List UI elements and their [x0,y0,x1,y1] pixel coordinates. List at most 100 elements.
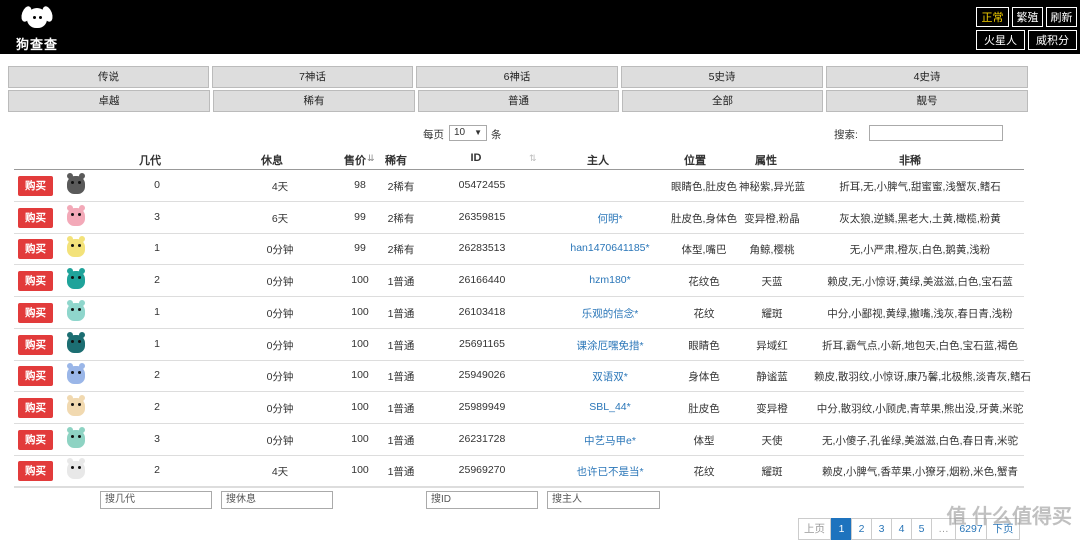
cell-owner[interactable]: 中艺马甲e* [548,433,672,448]
buy-button[interactable]: 购买 [18,239,53,260]
cell-position: 花纹 [693,466,715,479]
category-pretty-number[interactable]: 靓号 [826,90,1028,112]
search-id-input[interactable]: 搜ID [426,491,538,509]
pet-avatar-icon[interactable] [67,204,85,226]
header-rest[interactable]: 休息 [250,152,294,168]
search-input[interactable] [869,125,1003,141]
category-5-epic[interactable]: 5史诗 [621,66,823,88]
search-owner-input[interactable]: 搜主人 [547,491,660,509]
category-rare[interactable]: 稀有 [213,90,415,112]
cell-gen: 3 [154,432,160,445]
header-rarity[interactable]: 稀有 [378,152,414,168]
category-7-myth[interactable]: 7神话 [212,66,413,88]
buy-button[interactable]: 购买 [18,429,53,450]
buy-button[interactable]: 购买 [18,207,53,228]
cell-attribute: 变异橙,粉晶 [744,212,800,225]
table-row: 购买 1 0分钟 100 1普通 25691165 课涂厄嘿免措* 眼睛色 异域红 折耳,霸气点,… [0,329,1080,361]
cell-position: 眼睛色,肚皮色 [671,181,737,193]
pet-avatar-icon[interactable] [67,173,85,194]
search-rest-input[interactable]: 搜休息 [221,491,333,509]
pet-avatar-icon[interactable] [67,363,85,385]
buy-button[interactable]: 购买 [18,461,53,482]
cell-gen: 2 [154,369,160,382]
refresh-button[interactable]: 刷新 [1046,7,1077,27]
cell-rest: 0分钟 [266,434,294,447]
category-4-epic[interactable]: 4史诗 [826,66,1028,88]
cell-gen: 3 [154,210,160,223]
category-all[interactable]: 全部 [622,90,823,112]
header-position[interactable]: 位置 [675,152,715,168]
cell-price: 99 [354,210,366,223]
header-gen[interactable]: 几代 [130,152,170,168]
pet-avatar-icon[interactable] [67,394,85,416]
cell-id: 26166440 [458,274,506,287]
cell-price: 100 [351,400,369,413]
page-4[interactable]: 4 [891,518,912,540]
normal-button[interactable]: 正常 [976,7,1009,27]
cell-rest: 0分钟 [266,307,294,320]
cell-rest: 4天 [271,181,289,193]
cell-attribute: 静谧蓝 [756,371,788,384]
cell-owner[interactable]: 也许已不是当* [548,464,672,479]
points-button[interactable]: 威积分 [1028,30,1077,50]
cell-owner[interactable]: han1470641185* [548,242,672,254]
category-normal[interactable]: 普通 [418,90,619,112]
breed-button[interactable]: 繁殖 [1012,7,1043,27]
pet-avatar-icon[interactable] [67,458,85,480]
buy-button[interactable]: 购买 [18,397,53,418]
table-row: 购买 2 0分钟 100 1普通 26166440 hzm180* 花纹色 天蓝 赖皮,无,小惊讶… [0,265,1080,298]
header-id[interactable]: ID [456,152,496,164]
cell-owner[interactable]: 课涂厄嘿免措* [548,338,672,353]
watermark: 值 什么值得买 [946,506,1072,528]
pet-avatar-icon[interactable] [67,426,85,448]
cell-position: 肚皮色,身体色 [671,212,737,225]
pet-avatar-icon[interactable] [67,331,85,353]
cell-rarity: 1普通 [387,371,415,384]
cell-rarity: 1普通 [387,402,415,415]
buy-button[interactable]: 购买 [18,176,53,196]
cell-traits: 灰太狼,逆鳞,黑老大,土黄,橄榄,粉黄 [839,212,1001,225]
per-page-select[interactable]: 10 ▼ [449,125,487,141]
cell-price: 100 [351,337,369,350]
pet-avatar-icon[interactable] [67,236,85,258]
header-owner[interactable]: 主人 [578,152,618,168]
buy-button[interactable]: 购买 [18,334,53,355]
cell-traits: 折耳,霸气点,小新,地包天,白色,宝石蓝,褐色 [821,339,1018,352]
pet-avatar-icon[interactable] [67,299,85,321]
cell-owner[interactable]: hzm180* [548,274,672,286]
chevron-down-icon: ▼ [474,128,482,137]
page-3[interactable]: 3 [871,518,892,540]
table-row: 购买 3 6天 99 2稀有 26359815 何明* 肚皮色,身体色 变异橙,粉晶 灰太狼,逆鳞… [0,202,1080,234]
cell-rarity: 1普通 [387,466,415,479]
cell-position: 肚皮色 [688,402,720,415]
header-traits[interactable]: 非稀 [890,152,930,168]
pet-avatar-icon[interactable] [67,268,85,290]
cell-rest: 4天 [271,466,289,479]
sort-icon: ⇅ [529,153,537,163]
buy-button[interactable]: 购买 [18,271,53,292]
header-attribute[interactable]: 属性 [746,152,786,168]
category-legend[interactable]: 传说 [8,66,209,88]
page-prev[interactable]: 上页 [798,518,831,540]
category-excellent[interactable]: 卓越 [8,90,210,112]
cell-attribute: 耀斑 [761,466,783,479]
buy-button[interactable]: 购买 [18,366,53,387]
martian-button[interactable]: 火星人 [976,30,1025,50]
cell-owner[interactable]: 何明* [548,211,672,226]
cell-owner[interactable]: 双语双* [548,369,672,384]
page-2[interactable]: 2 [851,518,872,540]
cell-attribute: 天蓝 [761,276,783,289]
page-5[interactable]: 5 [911,518,932,540]
search-gen-input[interactable]: 搜几代 [100,491,212,509]
dog-logo-icon [19,4,55,32]
cell-owner[interactable]: 乐观的信念* [548,306,672,321]
cell-owner[interactable]: SBL_44* [548,401,672,413]
cell-rest: 0分钟 [266,339,294,352]
buy-button[interactable]: 购买 [18,302,53,323]
cell-rest: 0分钟 [266,276,294,289]
logo[interactable]: 狗查查 [12,4,62,52]
cell-traits: 无,小傻子,孔雀绿,美滋滋,白色,春日青,米驼 [821,434,1018,447]
page-1[interactable]: 1 [831,518,852,540]
cell-rarity: 1普通 [387,434,415,447]
category-6-myth[interactable]: 6神话 [416,66,618,88]
